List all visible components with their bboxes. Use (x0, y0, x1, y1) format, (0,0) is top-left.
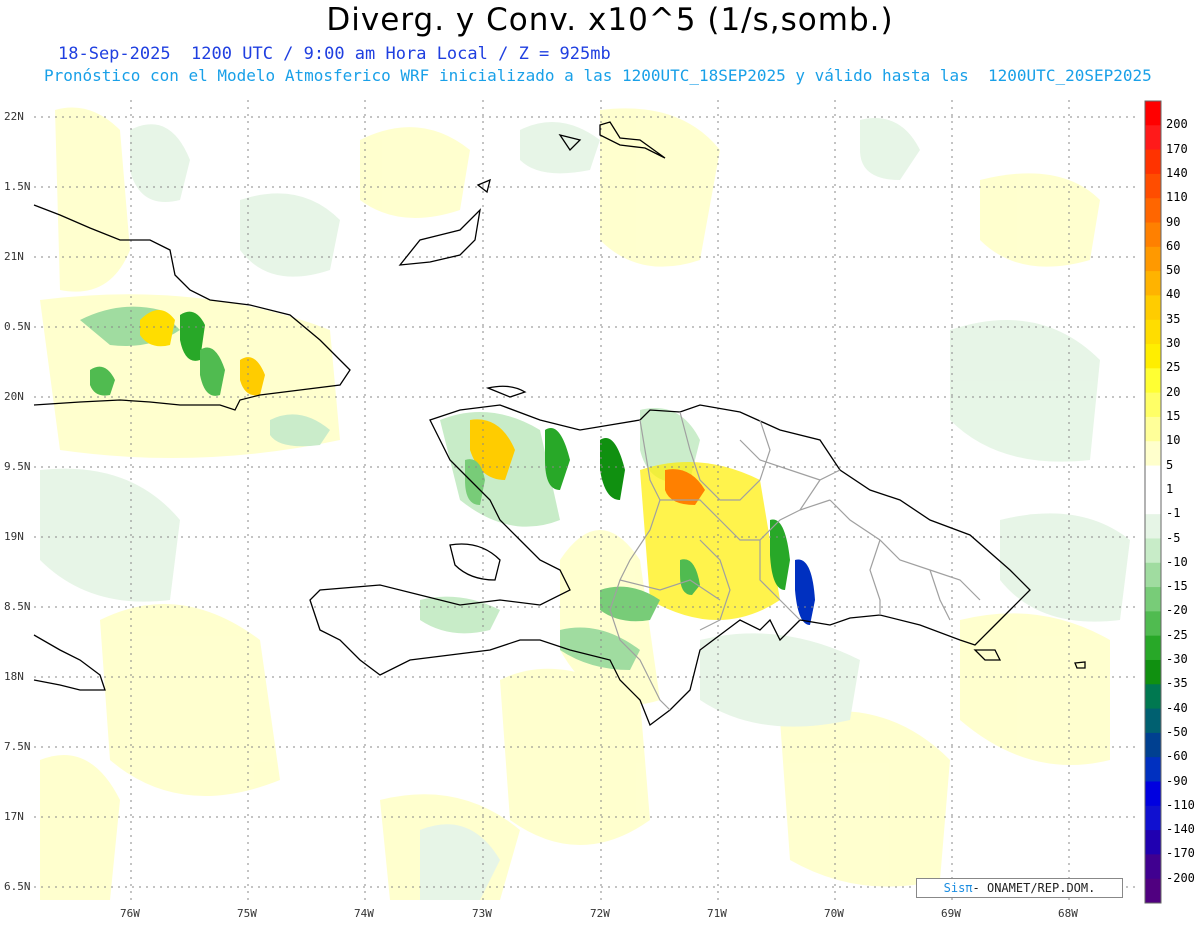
colorbar-label: -15 (1166, 579, 1188, 594)
lon-label: 70W (824, 907, 844, 920)
lon-label: 73W (472, 907, 492, 920)
colorbar-swatch (1145, 101, 1161, 126)
colorbar-label: 170 (1166, 141, 1188, 156)
colorbar-label: -30 (1166, 652, 1188, 666)
sispi-brand: Sisπ (943, 881, 973, 895)
colorbar-label: -200 (1166, 870, 1195, 885)
colorbar-label: 15 (1166, 408, 1181, 423)
colorbar-swatch (1145, 271, 1161, 296)
colorbar-swatch (1145, 319, 1161, 345)
colorbar-swatch (1145, 635, 1161, 661)
colorbar-label: 30 (1166, 336, 1181, 350)
lat-label: 9.5N (4, 460, 31, 473)
colorbar-label: -50 (1166, 724, 1188, 739)
lon-label: 71W (707, 907, 727, 920)
map-title: Diverg. y Conv. x10^5 (1/s,somb.) (326, 2, 894, 38)
colorbar-swatch (1145, 246, 1161, 272)
colorbar-label: 5 (1166, 457, 1174, 472)
colorbar-label: 140 (1166, 165, 1188, 180)
lat-label: 0.5N (4, 320, 31, 333)
lon-label: 68W (1058, 907, 1078, 920)
colorbar-swatch (1145, 489, 1161, 515)
credit-box: Sisπ- ONAMET/REP.DOM. (916, 878, 1123, 898)
lat-label: 6.5N (4, 880, 31, 893)
lat-label: 20N (4, 390, 24, 403)
colorbar-swatch (1145, 441, 1161, 467)
colorbar-label: -25 (1166, 627, 1188, 642)
forecast-time-subtitle: 18-Sep-2025 1200 UTC / 9:00 am Hora Loca… (58, 44, 611, 64)
colorbar-swatch (1145, 392, 1161, 418)
colorbar-swatch (1145, 878, 1161, 904)
colorbar-label: 200 (1166, 117, 1188, 132)
colorbar-label: 50 (1166, 263, 1181, 278)
colorbar-label: -60 (1166, 749, 1188, 764)
lat-label: 7.5N (4, 740, 31, 753)
colorbar-label: 40 (1166, 287, 1181, 302)
colorbar-swatch (1145, 514, 1161, 539)
colorbar-label: -110 (1166, 797, 1195, 812)
colorbar (1144, 100, 1162, 904)
colorbar-label: 90 (1166, 214, 1181, 229)
colorbar-label: -40 (1166, 700, 1188, 715)
colorbar-label: 1 (1166, 481, 1174, 496)
lat-label: 18N (4, 670, 24, 683)
colorbar-swatch (1145, 562, 1161, 588)
lat-label: 19N (4, 530, 24, 543)
colorbar-label: -35 (1166, 676, 1188, 691)
lon-label: 72W (590, 907, 610, 920)
colorbar-label: -90 (1166, 773, 1188, 788)
colorbar-swatch (1145, 344, 1161, 369)
colorbar-swatch (1145, 708, 1161, 734)
colorbar-label: -140 (1166, 822, 1195, 837)
colorbar-swatch (1145, 732, 1161, 758)
colorbar-swatch (1145, 465, 1161, 491)
colorbar-swatch (1145, 416, 1161, 442)
colorbar-label: -5 (1166, 530, 1181, 545)
model-info-subtitle: Pronóstico con el Modelo Atmosferico WRF… (44, 66, 1152, 85)
lon-label: 69W (941, 907, 961, 920)
lon-label: 76W (120, 907, 140, 920)
colorbar-swatch (1145, 781, 1161, 807)
lon-label: 74W (354, 907, 374, 920)
colorbar-label: -170 (1166, 846, 1195, 861)
colorbar-label: 25 (1166, 360, 1181, 375)
colorbar-label: -1 (1166, 506, 1181, 521)
colorbar-swatch (1145, 684, 1161, 710)
colorbar-swatch (1145, 805, 1161, 831)
colorbar-swatch (1145, 757, 1161, 782)
colorbar-swatch (1145, 173, 1161, 199)
credit-text: - ONAMET/REP.DOM. (972, 881, 1096, 895)
colorbar-swatch (1145, 149, 1161, 175)
lat-label: 22N (4, 110, 24, 123)
colorbar-swatch (1145, 659, 1161, 685)
colorbar-label: -20 (1166, 603, 1188, 618)
lat-label: 17N (4, 810, 24, 823)
colorbar-label: 35 (1166, 311, 1181, 326)
colorbar-label: 110 (1166, 190, 1188, 205)
lon-label: 75W (237, 907, 257, 920)
colorbar-label: 10 (1166, 433, 1181, 448)
colorbar-label: -10 (1166, 554, 1188, 569)
lat-label: 21N (4, 250, 24, 263)
colorbar-swatch (1145, 198, 1161, 224)
colorbar-swatch (1145, 295, 1161, 321)
colorbar-swatch (1145, 830, 1161, 855)
lat-label: 1.5N (4, 180, 31, 193)
lat-label: 8.5N (4, 600, 31, 613)
colorbar-swatch (1145, 368, 1161, 394)
colorbar-swatch (1145, 538, 1161, 564)
colorbar-swatch (1145, 611, 1161, 637)
colorbar-swatch (1145, 222, 1161, 248)
colorbar-label: 60 (1166, 238, 1181, 253)
divergence-map (33, 100, 1162, 904)
colorbar-swatch (1145, 587, 1161, 612)
colorbar-swatch (1145, 854, 1161, 880)
colorbar-swatch (1145, 125, 1161, 151)
colorbar-label: 20 (1166, 384, 1181, 399)
